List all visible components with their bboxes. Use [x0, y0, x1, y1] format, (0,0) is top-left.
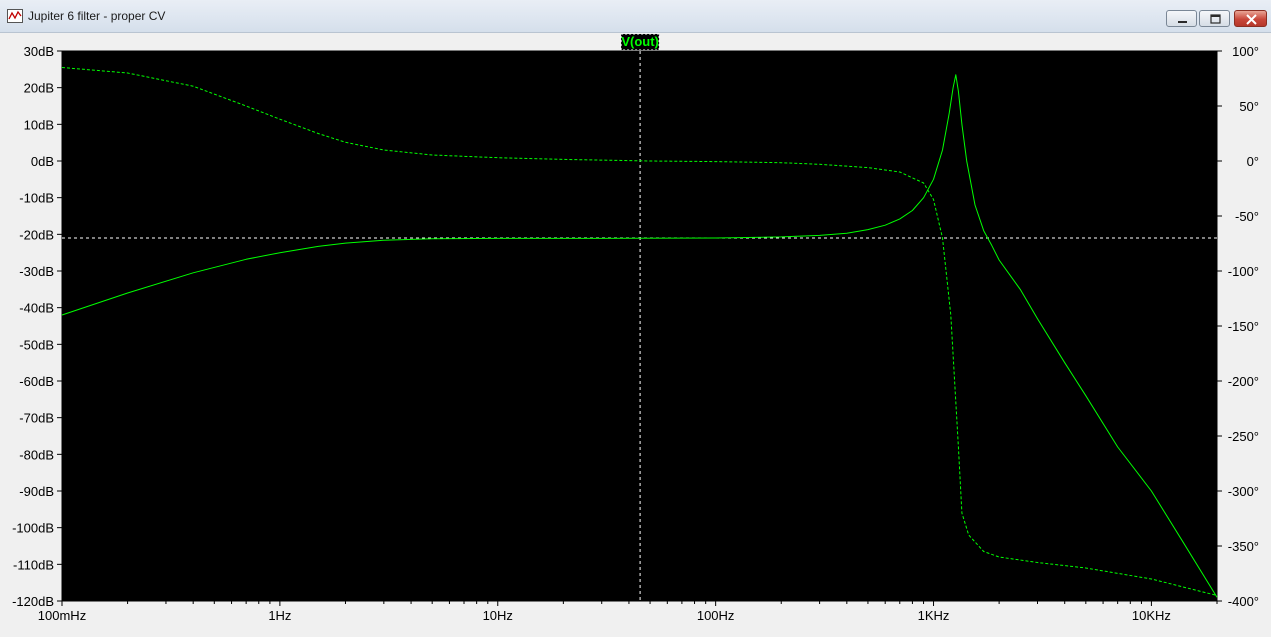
right-axis-tick-label: 100° [1232, 44, 1259, 59]
left-axis-tick-label: -40dB [19, 301, 54, 316]
x-axis-tick-label: 10Hz [483, 608, 513, 623]
waveform-app-icon [7, 9, 23, 23]
window-title: Jupiter 6 filter - proper CV [28, 9, 166, 23]
x-axis-labels: 100mHz 1Hz 10Hz 100Hz 1KHz 10KHz [38, 608, 1171, 623]
left-axis-tick-label: -110dB [13, 557, 54, 572]
right-axis-tick-label: -150° [1228, 319, 1259, 334]
minimize-button[interactable] [1166, 10, 1197, 27]
left-axis-tick-label: 30dB [24, 44, 54, 59]
right-axis-labels: 100° 50° 0° -50° -100° -150° -200° -250° -300° -3… [1228, 44, 1259, 609]
right-axis-tick-label: 50° [1239, 99, 1259, 114]
right-axis-tick-label: -200° [1228, 374, 1259, 389]
left-axis-tick-label: -100dB [12, 521, 54, 536]
title-bar: Jupiter 6 filter - proper CV [0, 0, 1271, 33]
left-axis-tick-label: 20dB [24, 81, 54, 96]
left-axis-tick-label: -80dB [19, 447, 54, 462]
x-axis-tick-label: 1KHz [918, 608, 950, 623]
left-axis-tick-label: -70dB [19, 411, 54, 426]
left-axis-labels: 30dB 20dB 10dB 0dB -10dB -20dB -30dB -40dB -50dB… [12, 44, 54, 609]
x-axis-tick-label: 100Hz [697, 608, 735, 623]
trace-label-text[interactable]: V(out) [621, 34, 659, 49]
left-axis-tick-label: -60dB [19, 374, 54, 389]
right-axis-tick-label: -400° [1228, 594, 1259, 609]
waveform-viewer[interactable]: 30dB 20dB 10dB 0dB -10dB -20dB -30dB -40dB -50dB… [0, 33, 1271, 637]
right-axis-tick-label: -250° [1228, 429, 1259, 444]
right-axis-tick-label: -350° [1228, 539, 1259, 554]
left-axis-tick-label: -120dB [12, 594, 54, 609]
x-axis-tick-label: 1Hz [268, 608, 291, 623]
left-axis-tick-label: 10dB [24, 117, 54, 132]
right-axis-tick-label: -300° [1228, 484, 1259, 499]
maximize-button[interactable] [1199, 10, 1230, 27]
right-axis-tick-label: 0° [1247, 154, 1259, 169]
left-axis-tick-label: -30dB [19, 264, 54, 279]
left-axis-tick-label: 0dB [31, 154, 54, 169]
x-axis-tick-label: 100mHz [38, 608, 86, 623]
left-axis-tick-label: -20dB [19, 227, 54, 242]
bode-plot[interactable]: 30dB 20dB 10dB 0dB -10dB -20dB -30dB -40dB -50dB… [0, 33, 1271, 637]
x-axis-tick-label: 10KHz [1132, 608, 1171, 623]
left-axis-tick-label: -10dB [19, 191, 54, 206]
right-axis-tick-label: -100° [1228, 264, 1259, 279]
right-axis-tick-label: -50° [1235, 209, 1259, 224]
plot-background[interactable] [61, 50, 1218, 602]
left-axis-tick-label: -50dB [19, 337, 54, 352]
left-axis-tick-label: -90dB [19, 484, 54, 499]
trace-label[interactable]: V(out) [620, 33, 660, 51]
close-button[interactable] [1234, 10, 1267, 27]
